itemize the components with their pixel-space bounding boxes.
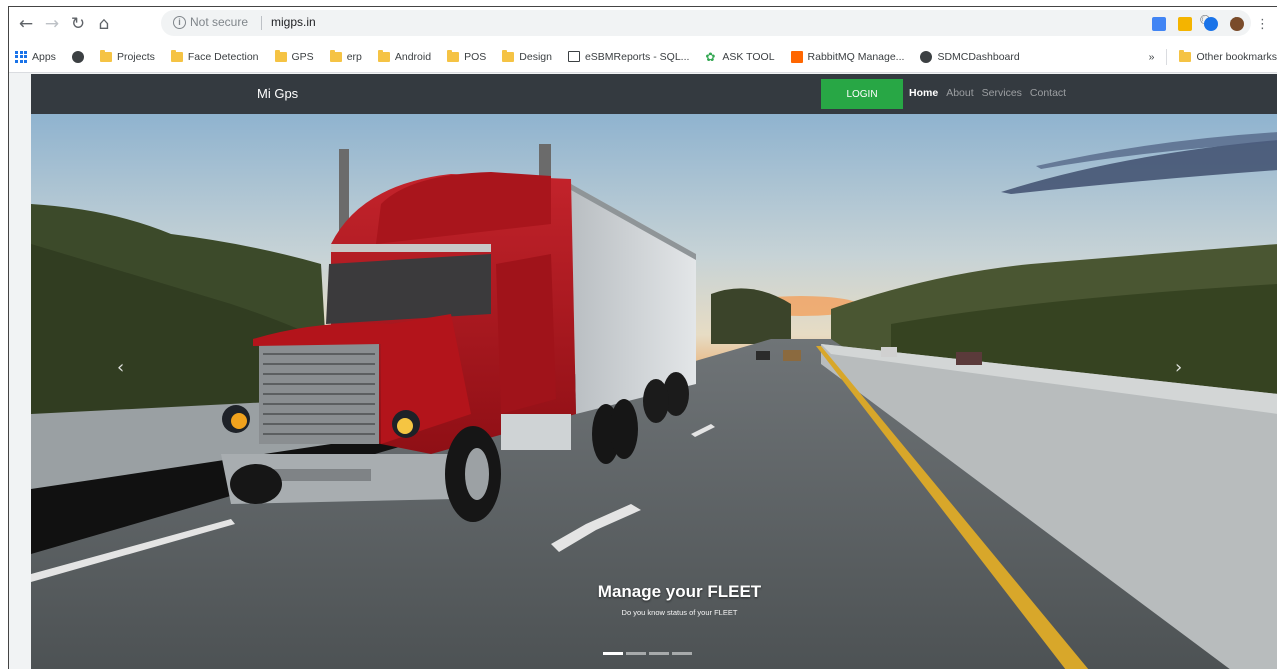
browser-toolbar: ← → ↻ ⌂ i Not secure migps.in 🔍︎ ☆ ⋮ [9, 7, 1277, 41]
folder-icon [502, 49, 515, 62]
reload-icon[interactable]: ↻ [67, 13, 89, 35]
carousel-caption: Manage your FLEET Do you know status of … [31, 582, 1277, 617]
bookmark-face-detection[interactable]: Face Detection [170, 49, 259, 63]
rabbitmq-icon [790, 50, 803, 63]
nav-links: Home About Services Contact [909, 87, 1066, 99]
bookmark-pos[interactable]: POS [447, 49, 486, 63]
bookmarks-overflow-chevron[interactable]: » [1149, 51, 1155, 63]
bookmark-rabbitmq[interactable]: RabbitMQ Manage... [790, 50, 904, 63]
globe-icon [71, 50, 84, 63]
carousel-indicator[interactable] [672, 652, 692, 655]
bookmark-projects[interactable]: Projects [99, 49, 155, 63]
folder-icon [170, 49, 183, 62]
nav-home[interactable]: Home [909, 87, 938, 99]
profile-avatar-icon[interactable] [1230, 17, 1244, 31]
info-icon: i [173, 15, 186, 29]
extension-icon[interactable] [1204, 17, 1218, 31]
hero-carousel: ‹ › Manage your FLEET Do you know status… [31, 114, 1277, 669]
bookmark-gps[interactable]: GPS [274, 49, 314, 63]
site-navbar: Mi Gps LOGIN Home About Services Contact [31, 74, 1277, 114]
bookmark-erp[interactable]: erp [329, 49, 362, 63]
nav-about[interactable]: About [946, 87, 973, 99]
carousel-indicators [603, 652, 692, 655]
globe-icon [920, 50, 933, 63]
carousel-indicator[interactable] [603, 652, 623, 655]
bookmark-globe[interactable] [71, 50, 84, 63]
image-icon [567, 51, 580, 62]
caption-title: Manage your FLEET [597, 582, 762, 601]
folder-icon [274, 49, 287, 62]
carousel-indicator[interactable] [626, 652, 646, 655]
security-indicator[interactable]: i Not secure [173, 15, 248, 29]
bookmark-android[interactable]: Android [377, 49, 431, 63]
bookmark-sdmcdashboard[interactable]: SDMCDashboard [920, 50, 1020, 63]
folder-icon [99, 49, 112, 62]
divider [1166, 49, 1168, 65]
caption-subtitle: Do you know status of your FLEET [621, 608, 738, 617]
carousel-indicator[interactable] [649, 652, 669, 655]
chevron-left-icon: ‹ [117, 357, 125, 378]
bookmark-design[interactable]: Design [502, 49, 552, 63]
apps-grid-icon [15, 50, 27, 63]
url-separator [261, 16, 262, 30]
other-bookmarks[interactable]: Other bookmarks [1179, 50, 1277, 63]
bookmark-apps[interactable]: Apps [15, 50, 56, 63]
security-label: Not secure [190, 15, 249, 29]
login-button[interactable]: LOGIN [821, 79, 903, 109]
carousel-next-button[interactable]: › [1175, 357, 1182, 378]
bookmarks-bar: Apps Projects Face Detection GPS erp And… [9, 41, 1277, 73]
folder-icon [447, 49, 460, 62]
folder-icon [377, 49, 390, 62]
bookmark-esbmreports[interactable]: eSBMReports - SQL... [567, 51, 689, 63]
extension-icon[interactable] [1178, 17, 1192, 31]
address-bar[interactable]: i Not secure migps.in 🔍︎ ☆ [161, 10, 1251, 36]
back-arrow-icon[interactable]: ← [15, 13, 37, 35]
home-icon[interactable]: ⌂ [93, 13, 115, 35]
menu-kebab-icon[interactable]: ⋮ [1256, 16, 1269, 32]
leaf-icon: ✿ [705, 49, 716, 64]
nav-services[interactable]: Services [982, 87, 1022, 99]
browser-window: ← → ↻ ⌂ i Not secure migps.in 🔍︎ ☆ ⋮ [8, 6, 1277, 669]
folder-icon [1179, 50, 1192, 62]
web-page: Mi Gps LOGIN Home About Services Contact [31, 74, 1277, 669]
extension-icon[interactable] [1152, 17, 1166, 31]
url-text[interactable]: migps.in [271, 15, 316, 29]
carousel-prev-button[interactable]: ‹ [117, 357, 124, 378]
bookmark-ask-tool[interactable]: ✿ ASK TOOL [705, 51, 774, 63]
nav-contact[interactable]: Contact [1030, 87, 1066, 99]
forward-arrow-icon[interactable]: → [41, 13, 63, 35]
site-brand[interactable]: Mi Gps [257, 86, 298, 101]
chevron-right-icon: › [1175, 357, 1183, 378]
folder-icon [329, 49, 342, 62]
